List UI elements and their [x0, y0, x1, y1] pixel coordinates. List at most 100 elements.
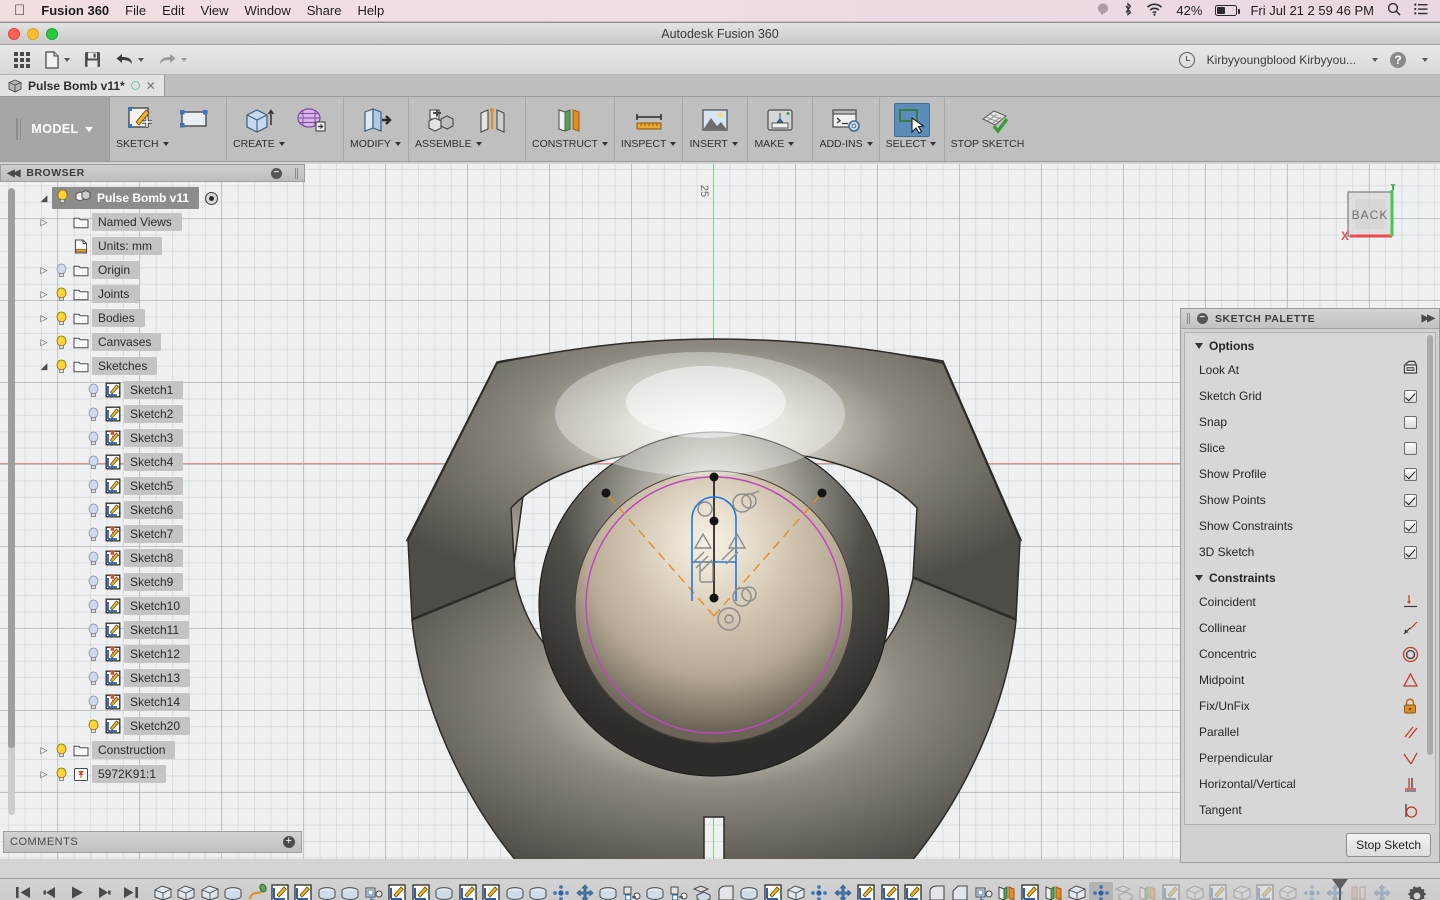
constraint-parallel[interactable]: Parallel: [1185, 719, 1435, 745]
sketch-option-control[interactable]: [1393, 389, 1427, 403]
ribbon-group-label-sketch[interactable]: SKETCH: [116, 138, 220, 150]
browser-node-construction[interactable]: ▷ Construction: [18, 738, 305, 762]
timeline-feature-7[interactable]: [315, 882, 338, 900]
expand-twisty-icon[interactable]: ▷: [36, 289, 52, 300]
visibility-bulb-icon[interactable]: [84, 479, 102, 494]
browser-header[interactable]: ◀◀ BROWSER −: [0, 164, 305, 182]
ribbon-group-label-construct[interactable]: CONSTRUCT: [532, 138, 608, 150]
visibility-bulb-icon[interactable]: [84, 623, 102, 638]
checkbox[interactable]: [1403, 519, 1417, 533]
tangent-icon[interactable]: [1393, 802, 1427, 819]
notification-center-icon[interactable]: [1414, 3, 1428, 18]
minimize-panel-icon[interactable]: −: [271, 167, 282, 179]
sketch-option-control[interactable]: [1393, 519, 1427, 533]
browser-node-5972k91-1[interactable]: ▷ 5972K91:1: [18, 762, 305, 786]
timeline-feature-22[interactable]: [667, 882, 690, 900]
timeline-feature-39[interactable]: [1066, 882, 1089, 900]
document-tab[interactable]: Pulse Bomb v11* ✕: [0, 75, 165, 96]
timeline-feature-26[interactable]: [761, 882, 784, 900]
browser-node-sketch2[interactable]: Sketch2: [18, 402, 305, 426]
constraint-coincident[interactable]: Coincident: [1185, 589, 1435, 615]
expand-twisty-icon[interactable]: ◢: [36, 361, 52, 372]
wifi-icon[interactable]: [1146, 3, 1163, 19]
timeline-feature-11[interactable]: [409, 882, 432, 900]
close-window-button[interactable]: [8, 28, 20, 40]
midpoint-icon[interactable]: [1393, 672, 1427, 689]
insert-image-button[interactable]: [689, 99, 741, 137]
timeline-marker[interactable]: [1332, 879, 1348, 890]
visibility-bulb-icon[interactable]: [84, 599, 102, 614]
ribbon-group-label-modify[interactable]: MODIFY: [350, 138, 402, 150]
timeline-feature-49[interactable]: [1300, 882, 1323, 900]
sketch-option-control[interactable]: [1393, 441, 1427, 455]
timeline-feature-10[interactable]: [386, 882, 409, 900]
browser-node-sketch20[interactable]: Sketch20: [18, 714, 305, 738]
stop-sketch-palette-button[interactable]: Stop Sketch: [1346, 833, 1431, 857]
visibility-bulb-icon[interactable]: [84, 551, 102, 566]
sketch-option-show-profile[interactable]: Show Profile: [1185, 461, 1435, 487]
visibility-bulb-icon[interactable]: [84, 407, 102, 422]
timeline-feature-42[interactable]: [1136, 882, 1159, 900]
select-tool-button[interactable]: [886, 99, 938, 137]
bluetooth-icon[interactable]: [1123, 1, 1133, 20]
visibility-bulb-icon[interactable]: [52, 359, 70, 374]
coincident-icon[interactable]: [1393, 594, 1427, 611]
timeline-feature-48[interactable]: [1277, 882, 1300, 900]
timeline-feature-28[interactable]: [808, 882, 831, 900]
play-button[interactable]: [68, 884, 85, 900]
timeline-feature-21[interactable]: [644, 882, 667, 900]
visibility-bulb-icon[interactable]: [84, 431, 102, 446]
menu-help[interactable]: Help: [357, 3, 384, 18]
ribbon-group-label-addins[interactable]: ADD-INS: [819, 138, 873, 150]
timeline-track[interactable]: [151, 879, 1394, 900]
view-cube[interactable]: BACK X Y: [1326, 179, 1418, 266]
collapse-panel-icon[interactable]: ◀◀: [7, 168, 20, 179]
ribbon-group-label-create[interactable]: CREATE: [233, 138, 337, 150]
timeline-feature-15[interactable]: [503, 882, 526, 900]
create-sketch-button[interactable]: [116, 99, 168, 137]
sketch-option-control[interactable]: [1393, 360, 1427, 381]
sketch-option-control[interactable]: [1393, 493, 1427, 507]
visibility-bulb-icon[interactable]: [52, 743, 70, 758]
timeline-feature-14[interactable]: [479, 882, 502, 900]
ribbon-group-label-insert[interactable]: INSERT: [689, 138, 741, 150]
timeline-feature-6[interactable]: [292, 882, 315, 900]
visibility-bulb-icon[interactable]: [84, 383, 102, 398]
perpendicular-icon[interactable]: [1393, 750, 1427, 767]
browser-node-sketch10[interactable]: Sketch10: [18, 594, 305, 618]
window-controls[interactable]: [8, 28, 58, 40]
expand-twisty-icon[interactable]: ▷: [36, 337, 52, 348]
sketch-option-3d-sketch[interactable]: 3D Sketch: [1185, 539, 1435, 565]
menu-share[interactable]: Share: [307, 3, 342, 18]
file-menu-button[interactable]: [40, 48, 74, 72]
timeline-feature-27[interactable]: [784, 882, 807, 900]
minimize-palette-icon[interactable]: −: [1197, 313, 1208, 324]
visibility-bulb-icon[interactable]: [52, 263, 70, 278]
sketch-rectangle-button[interactable]: [168, 99, 220, 137]
timeline-feature-4[interactable]: [245, 882, 268, 900]
checkbox[interactable]: [1403, 415, 1417, 429]
visibility-bulb-icon[interactable]: [84, 575, 102, 590]
parallel-icon[interactable]: [1393, 724, 1427, 741]
timeline-feature-12[interactable]: [432, 882, 455, 900]
timeline-feature-5[interactable]: [268, 882, 291, 900]
sketch-option-control[interactable]: [1393, 545, 1427, 559]
browser-node-units-mm[interactable]: Units: mm: [18, 234, 305, 258]
panel-resize-grip[interactable]: [295, 167, 298, 179]
timeline-feature-9[interactable]: [362, 882, 385, 900]
timeline-feature-44[interactable]: [1183, 882, 1206, 900]
visibility-bulb-icon[interactable]: [52, 311, 70, 326]
visibility-bulb-icon[interactable]: [84, 719, 102, 734]
browser-node-sketch1[interactable]: Sketch1: [18, 378, 305, 402]
timeline-feature-2[interactable]: [198, 882, 221, 900]
checkbox[interactable]: [1403, 467, 1417, 481]
options-section-header[interactable]: Options: [1185, 333, 1435, 357]
browser-root-node[interactable]: ◢ Pulse Bomb v11: [18, 186, 305, 210]
browser-node-sketch9[interactable]: Sketch9: [18, 570, 305, 594]
timeline-feature-52[interactable]: [1371, 882, 1394, 900]
comments-bar[interactable]: COMMENTS +: [3, 831, 302, 853]
extrude-button[interactable]: [233, 99, 285, 137]
timeline-feature-40[interactable]: [1089, 882, 1113, 900]
3d-print-button[interactable]: [754, 99, 806, 137]
account-name-label[interactable]: Kirbyyoungblood Kirbyyou...: [1207, 53, 1356, 67]
